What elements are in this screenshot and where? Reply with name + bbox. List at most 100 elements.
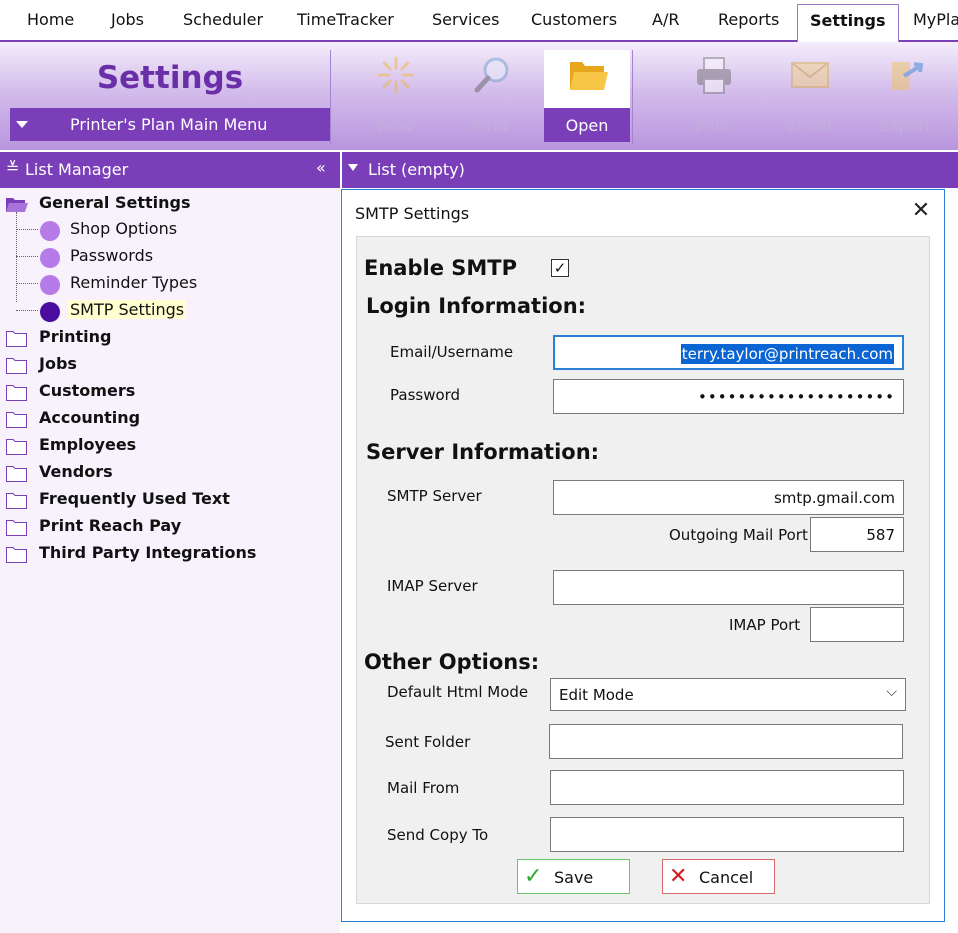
- email-value: terry.taylor@printreach.com: [680, 344, 894, 364]
- tab-home[interactable]: Home: [27, 10, 74, 29]
- envelope-icon: [791, 62, 829, 88]
- tree-label: Accounting: [39, 408, 141, 427]
- email-input[interactable]: terry.taylor@printreach.com: [553, 335, 904, 370]
- tree-label: Print Reach Pay: [39, 516, 182, 535]
- email-label: Email/Username: [390, 343, 514, 361]
- smtp-server-label: SMTP Server: [387, 487, 482, 505]
- password-input[interactable]: ••••••••••••••••••••: [553, 379, 904, 414]
- send-copy-input[interactable]: [550, 817, 904, 852]
- tab-reports[interactable]: Reports: [718, 10, 779, 29]
- export-icon: [892, 62, 924, 90]
- printer-icon: [697, 57, 731, 94]
- tab-timetracker[interactable]: TimeTracker: [297, 10, 394, 29]
- tab-settings[interactable]: Settings: [797, 4, 899, 44]
- main-menu-bar: Home Jobs Scheduler TimeTracker Services…: [0, 0, 958, 44]
- mail-from-label: Mail From: [387, 779, 460, 797]
- dialog-title: SMTP Settings: [355, 204, 470, 223]
- mail-from-input[interactable]: [550, 770, 904, 805]
- tab-services[interactable]: Services: [432, 10, 499, 29]
- main-menu-label: Printer's Plan Main Menu: [70, 115, 268, 134]
- tree-label: Employees: [39, 435, 137, 454]
- tree-label: General Settings: [39, 193, 191, 212]
- folder-icon: [6, 547, 27, 563]
- cancel-button[interactable]: ✕ Cancel: [662, 859, 775, 894]
- smtp-settings-dialog: SMTP Settings ✕ Enable SMTP ✓ Login Info…: [341, 189, 945, 922]
- save-label: Save: [554, 868, 594, 887]
- enable-smtp-checkbox[interactable]: ✓: [551, 259, 569, 277]
- circle-icon: [40, 302, 60, 322]
- export-button[interactable]: Export: [862, 50, 948, 142]
- tree-label: Reminder Types: [70, 273, 198, 292]
- save-button[interactable]: ✓ Save: [517, 859, 630, 894]
- collapse-panel-icon[interactable]: «: [316, 158, 326, 177]
- print-label: Print: [694, 116, 732, 135]
- tree-label: Vendors: [39, 462, 113, 481]
- folder-open-icon: [570, 62, 608, 90]
- html-mode-label: Default Html Mode: [387, 683, 529, 701]
- tab-jobs[interactable]: Jobs: [111, 10, 144, 29]
- sparkle-icon: [377, 56, 415, 94]
- ribbon-separator: [330, 50, 331, 144]
- find-button[interactable]: Find: [448, 50, 534, 142]
- cancel-label: Cancel: [699, 868, 754, 887]
- folder-icon: [6, 466, 27, 482]
- server-heading: Server Information:: [366, 440, 600, 464]
- smtp-server-input[interactable]: smtp.gmail.com: [553, 480, 904, 515]
- sent-folder-input[interactable]: [549, 724, 903, 759]
- html-mode-value: Edit Mode: [559, 686, 634, 704]
- imap-port-label: IMAP Port: [729, 616, 801, 634]
- password-value: ••••••••••••••••••••: [698, 388, 895, 406]
- circle-icon: [40, 248, 60, 268]
- send-copy-label: Send Copy To: [387, 826, 489, 844]
- caret-down-icon: [16, 121, 28, 128]
- tab-ar[interactable]: A/R: [652, 10, 679, 29]
- email-label: Email: [786, 116, 832, 135]
- tree-label: SMTP Settings: [68, 300, 187, 319]
- imap-port-input[interactable]: [810, 607, 904, 642]
- new-label: New: [377, 116, 413, 135]
- html-mode-select[interactable]: Edit Mode ⌵: [550, 678, 906, 711]
- main-menu-button[interactable]: Printer's Plan Main Menu: [10, 108, 330, 141]
- list-manager-title: List Manager: [25, 160, 129, 179]
- folder-icon: [6, 520, 27, 536]
- list-title: List (empty): [368, 160, 465, 179]
- email-button[interactable]: Email: [766, 50, 852, 142]
- tab-scheduler[interactable]: Scheduler: [183, 10, 263, 29]
- folder-icon: [6, 385, 27, 401]
- login-heading: Login Information:: [366, 294, 587, 318]
- ribbon-title: Settings: [96, 60, 244, 96]
- folder-icon: [6, 358, 27, 374]
- close-icon[interactable]: ✕: [908, 198, 934, 224]
- folder-icon: [6, 412, 27, 428]
- caret-down-icon[interactable]: [348, 164, 358, 171]
- circle-icon: [40, 221, 60, 241]
- tree-label: Printing: [39, 327, 112, 346]
- double-chevron-down-icon[interactable]: ≚: [6, 158, 19, 177]
- outgoing-port-input[interactable]: 587: [810, 517, 904, 552]
- open-button[interactable]: Open: [544, 50, 630, 142]
- new-button[interactable]: New: [352, 50, 438, 142]
- list-header: List (empty): [342, 152, 958, 188]
- ribbon: Settings Printer's Plan Main Menu New Fi…: [0, 42, 958, 150]
- folder-icon: [6, 493, 27, 509]
- outgoing-port-label: Outgoing Mail Port: [669, 526, 808, 544]
- ribbon-separator: [632, 50, 633, 144]
- dialog-body: Enable SMTP ✓ Login Information: Email/U…: [356, 236, 930, 904]
- list-manager-header: ≚ List Manager «: [0, 152, 340, 188]
- folder-icon: [6, 331, 27, 347]
- folder-open-icon: [6, 198, 28, 212]
- tab-customers[interactable]: Customers: [531, 10, 617, 29]
- other-options-heading: Other Options:: [364, 650, 540, 674]
- tab-myplan[interactable]: MyPla: [913, 10, 958, 29]
- tree-label: Frequently Used Text: [39, 489, 230, 508]
- print-button[interactable]: Print: [670, 50, 756, 142]
- tree-label: Jobs: [39, 354, 77, 373]
- imap-server-label: IMAP Server: [387, 577, 478, 595]
- find-label: Find: [474, 116, 508, 135]
- imap-server-input[interactable]: [553, 570, 904, 605]
- tree-label: Shop Options: [70, 219, 178, 238]
- enable-smtp-label: Enable SMTP: [364, 256, 517, 280]
- checkmark-icon: ✓: [524, 864, 543, 889]
- tree-label: Passwords: [70, 246, 154, 265]
- sent-folder-label: Sent Folder: [385, 733, 471, 751]
